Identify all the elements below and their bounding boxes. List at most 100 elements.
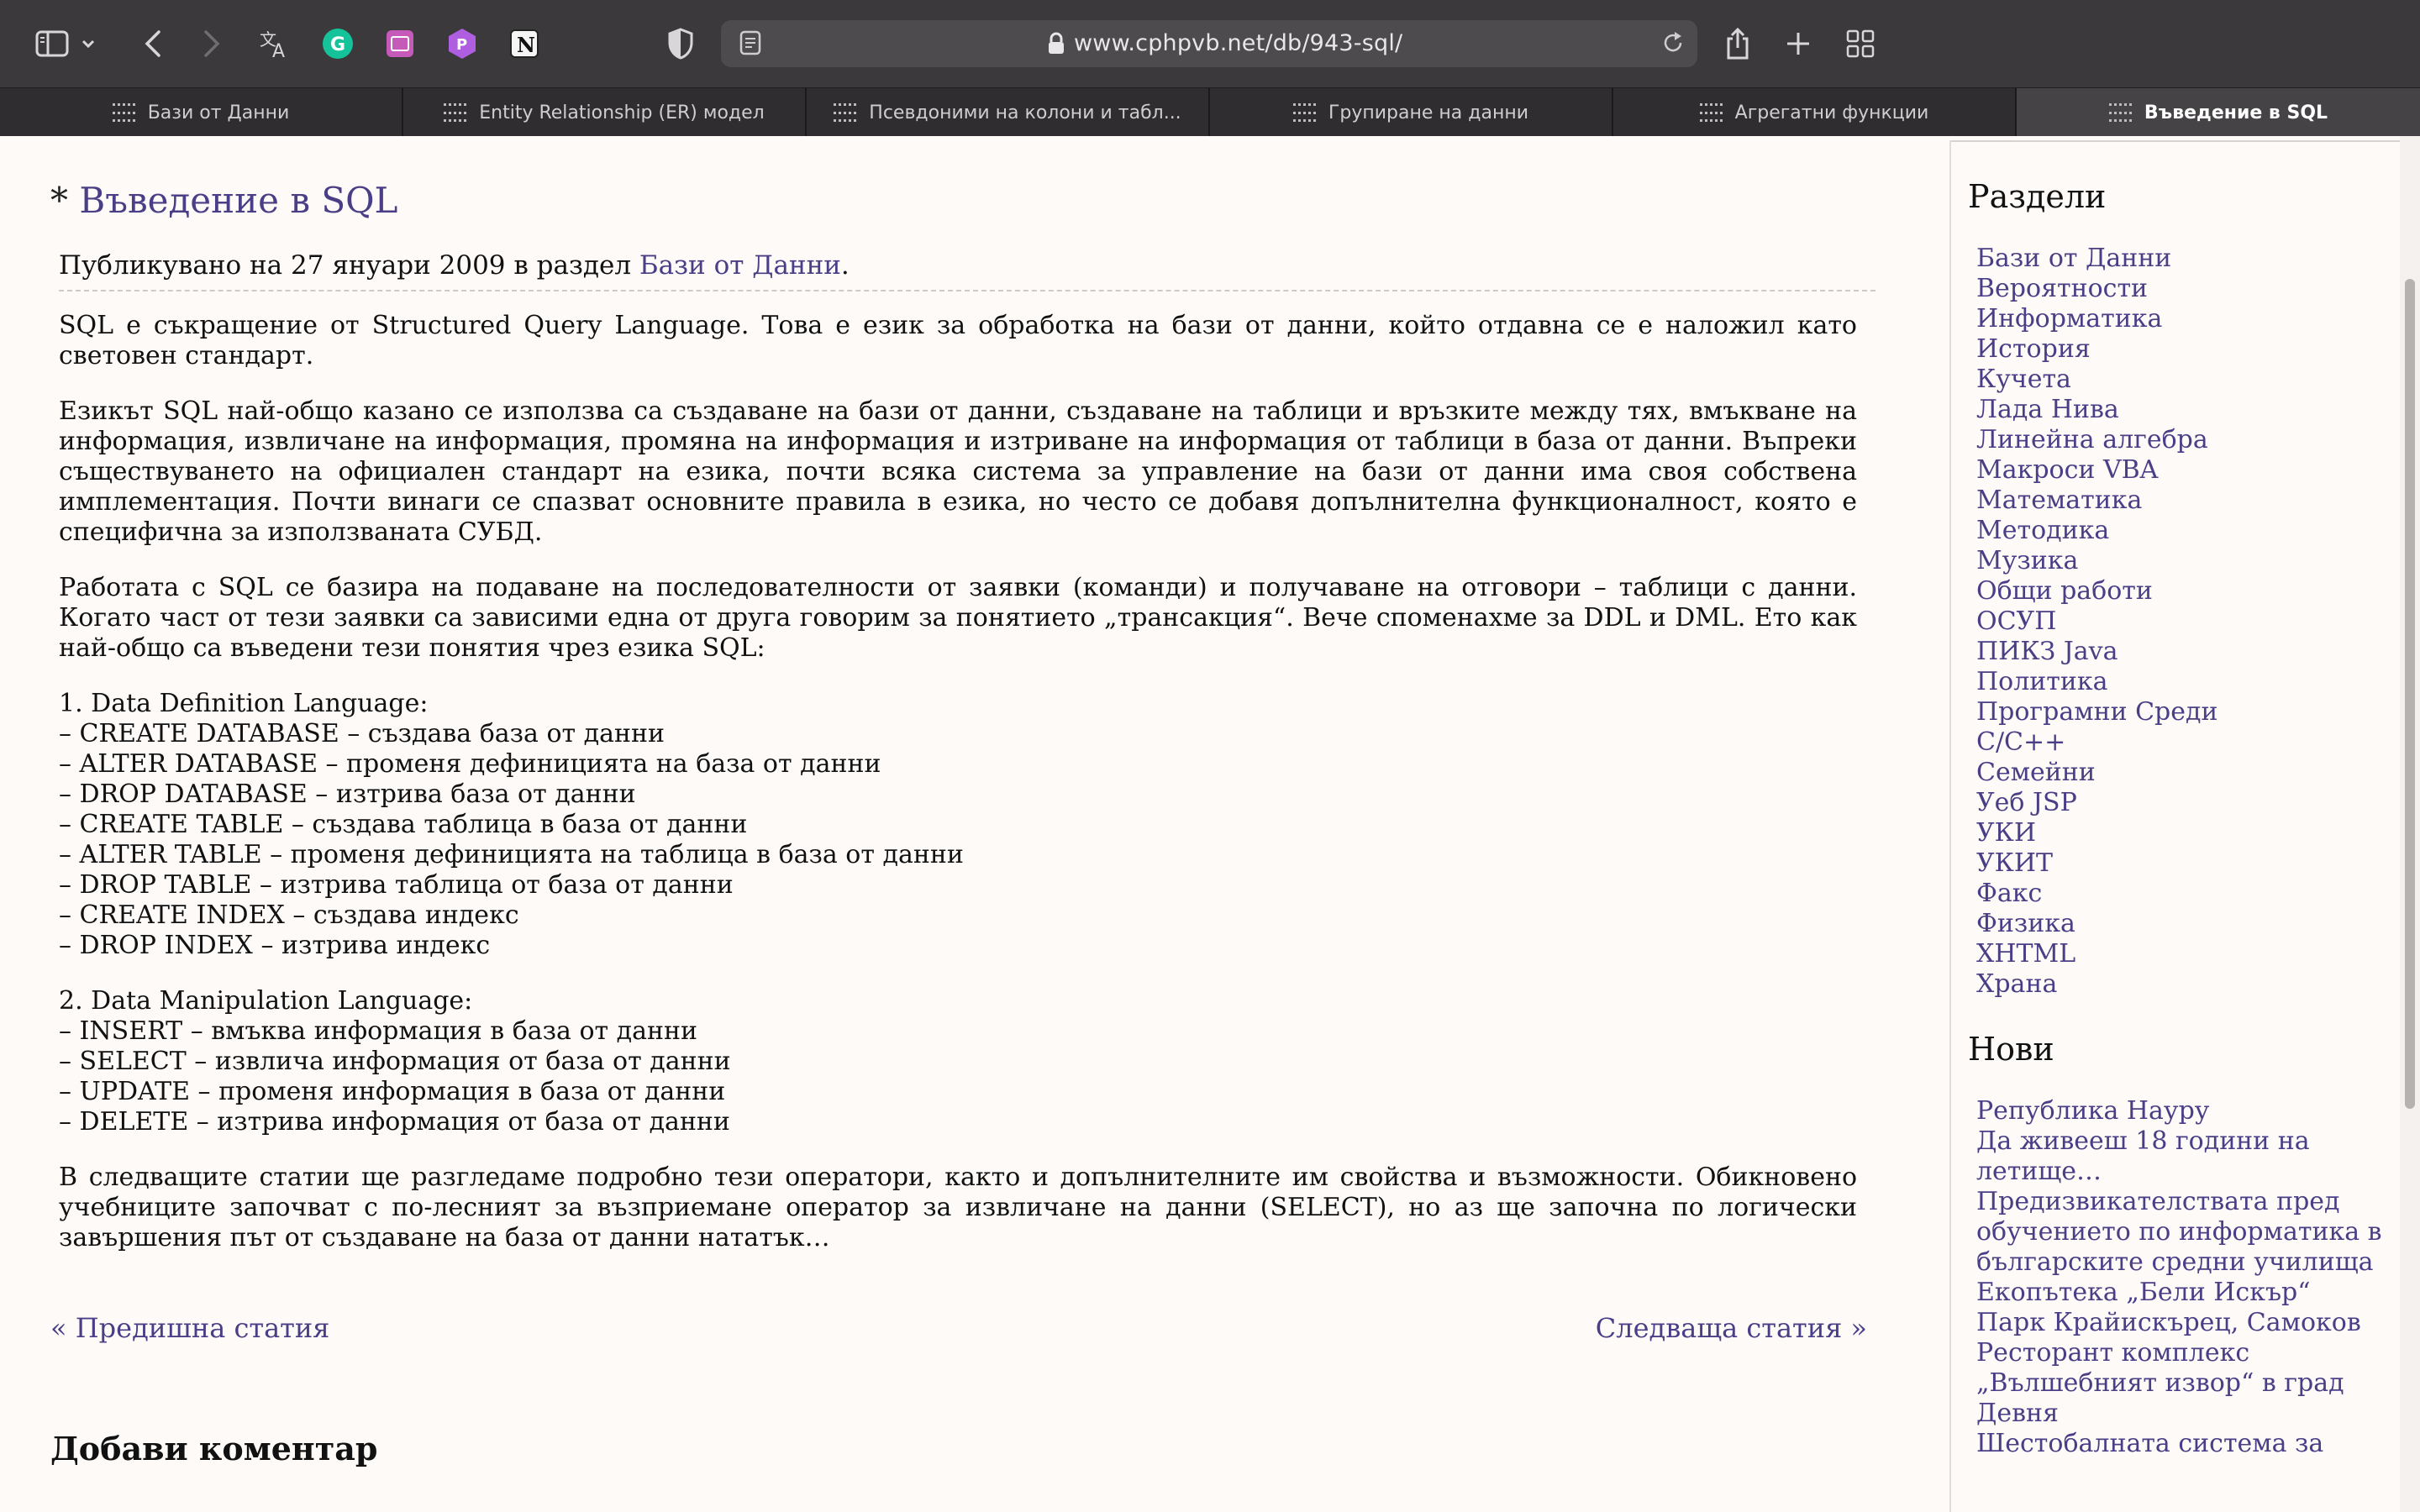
browser-toolbar: 文A G P N www.cphpvb.net/db/943-sql/ (0, 0, 2420, 87)
paragraph: Работата с SQL се базира на подаване на … (59, 573, 1857, 663)
category-link[interactable]: Бази от Данни (639, 250, 841, 281)
sidebar-item[interactable]: Математика (1976, 486, 2388, 516)
sidebar-item[interactable]: Политика (1976, 667, 2388, 697)
add-comment-heading: Добави коментар (50, 1430, 378, 1467)
notion-icon[interactable]: N (501, 20, 548, 67)
tab-er-model[interactable]: Entity Relationship (ER) модел (403, 88, 807, 137)
new-post-link[interactable]: Ресторант комплекс „Вълшебният извор“ в … (1976, 1338, 2388, 1429)
sections-heading: Раздели (1968, 178, 2107, 215)
sidebar-item[interactable]: Общи работи (1976, 576, 2388, 606)
scrollbar[interactable] (2400, 136, 2420, 1512)
post-date-text: Публикувано на 27 януари 2009 в раздел (59, 250, 632, 281)
previous-post-link[interactable]: « Предишна статия (50, 1312, 329, 1344)
tab-intro-sql[interactable]: Въведение в SQL (2017, 88, 2420, 137)
tab-bar: Бази от Данни Entity Relationship (ER) м… (0, 87, 2420, 137)
share-icon[interactable] (1714, 20, 1761, 67)
web-page: * Въведение в SQL Публикувано на 27 януа… (0, 136, 2420, 1512)
new-post-link[interactable]: Да живееш 18 години на летище… (1976, 1126, 2388, 1187)
sidebar-item[interactable]: Макроси VBA (1976, 455, 2388, 486)
tab-grouping[interactable]: Групиране на данни (1210, 88, 1613, 137)
meta-end: . (840, 250, 850, 281)
scrollbar-thumb[interactable] (2405, 279, 2415, 1109)
sidebar-item[interactable]: Факс (1976, 879, 2388, 909)
svg-text:A: A (272, 41, 285, 59)
extension-icon[interactable] (376, 20, 424, 67)
new-posts-heading: Нови (1968, 1031, 2054, 1068)
sidebar-item[interactable]: Лада Нива (1976, 395, 2388, 425)
divider (1949, 140, 1951, 1512)
sidebar-item[interactable]: Бази от Данни (1976, 244, 2388, 274)
new-tab-icon[interactable] (1775, 20, 1822, 67)
list-item: – CREATE INDEX – създава индекс (59, 900, 519, 930)
sidebar-item[interactable]: Храна (1976, 969, 2388, 1000)
url-text[interactable]: www.cphpvb.net/db/943-sql/ (1074, 30, 1402, 56)
list-item: – DELETE – изтрива информация от база от… (59, 1107, 730, 1137)
list-item: – ALTER DATABASE – променя дефиницията н… (59, 749, 881, 779)
site-favicon-icon (444, 103, 468, 122)
sidebar-item[interactable]: УКИТ (1976, 848, 2388, 879)
sidebar-item[interactable]: Програмни Среди (1976, 697, 2388, 727)
sidebar-item[interactable]: Физика (1976, 909, 2388, 939)
forward-icon[interactable] (188, 20, 235, 67)
grammarly-icon[interactable]: G (314, 20, 361, 67)
tab-bazi-ot-danni[interactable]: Бази от Данни (0, 88, 403, 137)
new-post-link[interactable]: Парк Крайискърец, Самоков (1976, 1308, 2388, 1338)
sidebar-item[interactable]: ПИКЗ Java (1976, 637, 2388, 667)
tab-overview-icon[interactable] (1837, 20, 1884, 67)
sidebar-item[interactable]: ОСУП (1976, 606, 2388, 637)
tab-label: Въведение в SQL (2144, 102, 2328, 123)
post-meta: Публикувано на 27 януари 2009 в раздел Б… (59, 250, 850, 281)
list-item: – UPDATE – променя информация в база от … (59, 1077, 726, 1106)
tab-aggregate-functions[interactable]: Агрегатни функции (1613, 88, 2017, 137)
translate-icon[interactable]: 文A (252, 20, 299, 67)
sidebar-item[interactable]: C/C++ (1976, 727, 2388, 758)
sidebar-item[interactable]: Вероятности (1976, 274, 2388, 304)
dml-list: 2. Data Manipulation Language: – INSERT … (59, 986, 1857, 1137)
list-item: – DROP TABLE – изтрива таблица от база о… (59, 870, 734, 900)
list-item: – SELECT – извлича информация от база от… (59, 1047, 731, 1076)
list-item: – DROP INDEX – изтрива индекс (59, 931, 491, 960)
paragraph: SQL е съкращение от Structured Query Lan… (59, 311, 1857, 370)
lock-icon (1047, 32, 1065, 59)
list-item: – INSERT – вмъква информация в база от д… (59, 1016, 698, 1046)
privacy-shield-icon[interactable] (657, 20, 704, 67)
new-posts-list: Република Науру Да живееш 18 години на л… (1976, 1096, 2388, 1459)
new-post-link[interactable]: Екопътека „Бели Искър“ (1976, 1278, 2388, 1308)
sidebar-item[interactable]: Музика (1976, 546, 2388, 576)
new-post-link[interactable]: Република Науру (1976, 1096, 2388, 1126)
sidebar-item[interactable]: Линейна алгебра (1976, 425, 2388, 455)
sidebar-item[interactable]: Уеб JSP (1976, 788, 2388, 818)
tab-label: Бази от Данни (147, 102, 290, 123)
site-favicon-icon (834, 103, 858, 122)
sidebar-item[interactable]: Информатика (1976, 304, 2388, 334)
reload-icon[interactable] (1660, 30, 1686, 59)
sidebar-item[interactable]: История (1976, 334, 2388, 365)
back-icon[interactable] (129, 20, 176, 67)
sidebar-item[interactable]: Семейни (1976, 758, 2388, 788)
svg-text:N: N (517, 33, 535, 57)
sidebar-item[interactable]: УКИ (1976, 818, 2388, 848)
site-favicon-icon (1292, 103, 1317, 122)
tab-label: Групиране на данни (1328, 102, 1529, 123)
site-favicon-icon (1699, 103, 1723, 122)
sidebar-item[interactable]: Кучета (1976, 365, 2388, 395)
chevron-down-icon[interactable] (76, 20, 101, 67)
site-favicon-icon (112, 103, 136, 122)
list-item: – CREATE TABLE – създава таблица в база … (59, 810, 748, 839)
new-post-link[interactable]: Предизвикателствата пред обучението по и… (1976, 1187, 2388, 1278)
next-post-link[interactable]: Следваща статия » (1596, 1312, 1867, 1344)
reader-icon[interactable] (739, 30, 761, 59)
post-title-link[interactable]: Въведение в SQL (79, 180, 397, 221)
extension-icon[interactable]: P (439, 20, 486, 67)
sidebar-item[interactable]: XHTML (1976, 939, 2388, 969)
sidebar-icon[interactable] (29, 20, 76, 67)
address-bar[interactable]: www.cphpvb.net/db/943-sql/ (721, 20, 1697, 67)
list-item: – DROP DATABASE – изтрива база от данни (59, 780, 636, 809)
tab-aliases[interactable]: Псевдоними на колони и табл... (807, 88, 1210, 137)
sections-list: Бази от Данни Вероятности Информатика Ис… (1976, 244, 2388, 1000)
sidebar-item[interactable]: Методика (1976, 516, 2388, 546)
divider (1951, 140, 2405, 142)
new-post-link[interactable]: Шестобалната система за (1976, 1429, 2388, 1459)
list-item: 1. Data Definition Language: (59, 689, 429, 718)
list-item: 2. Data Manipulation Language: (59, 986, 473, 1016)
